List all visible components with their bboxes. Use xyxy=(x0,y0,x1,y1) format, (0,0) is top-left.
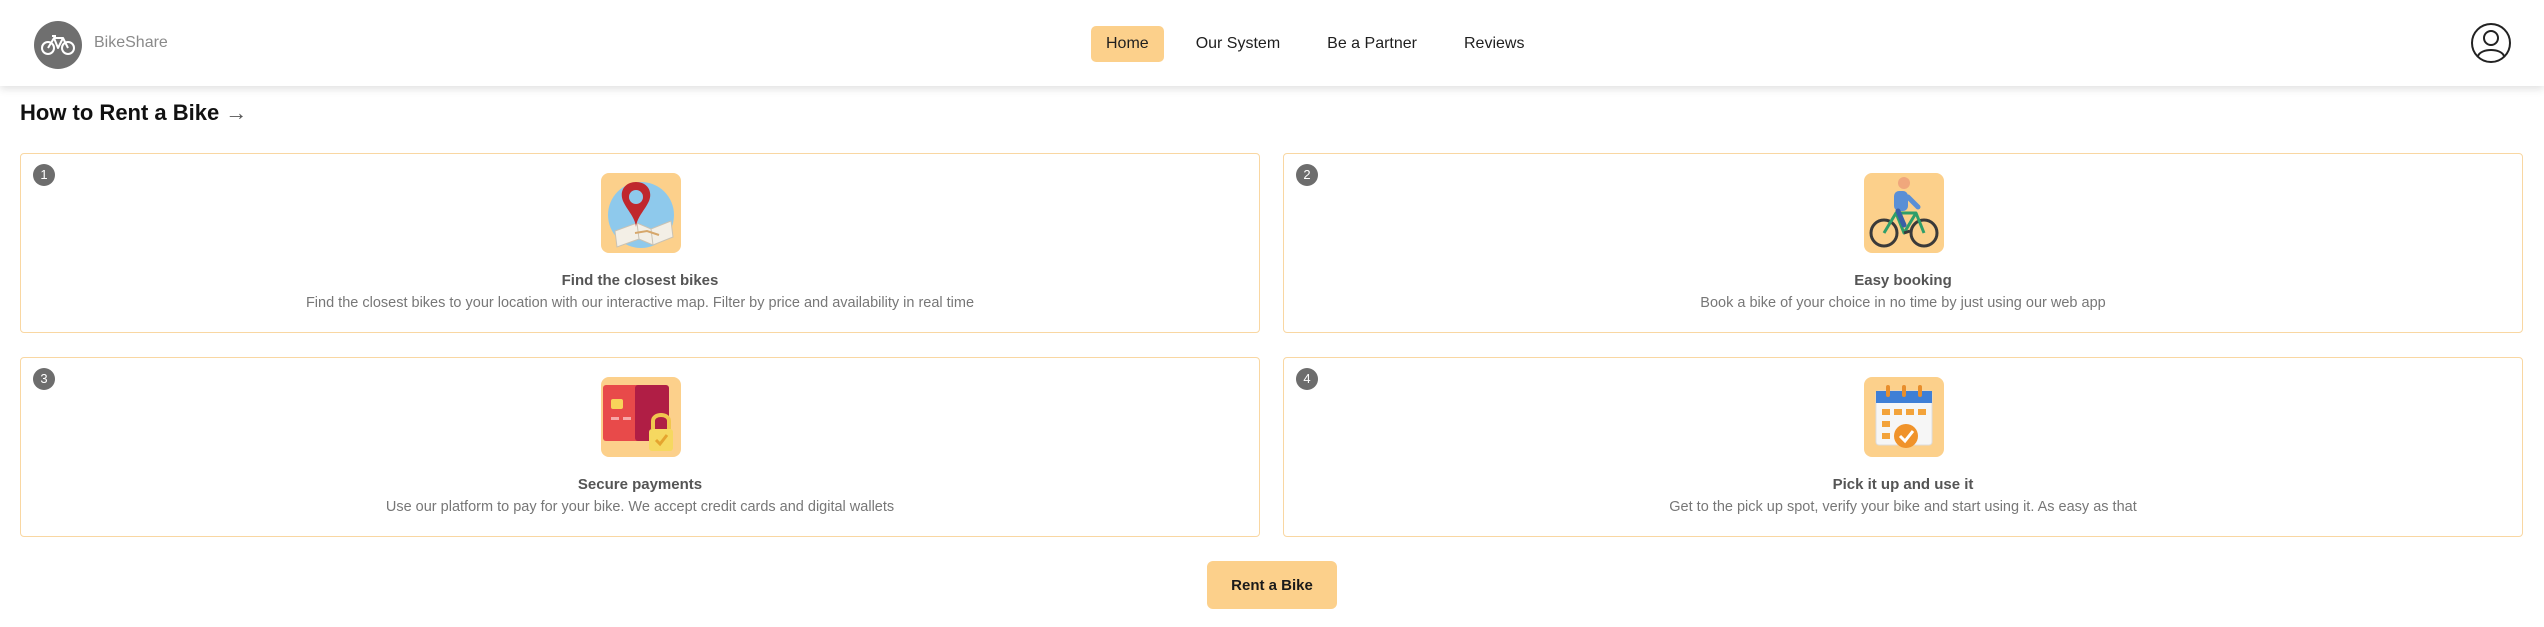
step-number-badge: 4 xyxy=(1296,368,1318,390)
step-description: Use our platform to pay for your bike. W… xyxy=(385,499,895,515)
bike-logo-icon[interactable] xyxy=(34,21,82,69)
step-card-2: 2 Easy booking Book a bike of your choic… xyxy=(1283,153,2523,333)
credit-card-lock-icon xyxy=(601,377,681,457)
step-title: Secure payments xyxy=(577,476,703,493)
nav-be-a-partner[interactable]: Be a Partner xyxy=(1312,26,1432,62)
step-card-3: 3 Secure payments Use our platform to pa… xyxy=(20,357,1260,537)
step-title: Pick it up and use it xyxy=(1832,476,1974,493)
cyclist-icon xyxy=(1864,173,1944,253)
nav-home[interactable]: Home xyxy=(1091,26,1164,62)
step-number-badge: 3 xyxy=(33,368,55,390)
nav-reviews[interactable]: Reviews xyxy=(1449,26,1539,62)
section-title: How to Rent a Bike → xyxy=(20,100,247,126)
step-description: Book a bike of your choice in no time by… xyxy=(1700,295,2106,311)
arrow-right-icon: → xyxy=(225,100,248,125)
step-card-4: 4 Pick it up and use it Get to the pick … xyxy=(1283,357,2523,537)
section-title-text: How to Rent a Bike xyxy=(20,100,220,125)
nav-our-system[interactable]: Our System xyxy=(1181,26,1295,62)
rent-a-bike-button[interactable]: Rent a Bike xyxy=(1207,561,1337,609)
step-description: Get to the pick up spot, verify your bik… xyxy=(1669,499,2137,515)
brand-name[interactable]: BikeShare xyxy=(94,34,168,52)
map-pin-icon xyxy=(601,173,681,253)
user-profile-icon[interactable] xyxy=(2470,22,2512,64)
step-number-badge: 1 xyxy=(33,164,55,186)
step-card-1: 1 Find the closest bikes Find the closes… xyxy=(20,153,1260,333)
main-nav: Home Our System Be a Partner Reviews xyxy=(1091,26,1556,62)
calendar-check-icon xyxy=(1864,377,1944,457)
step-description: Find the closest bikes to your location … xyxy=(305,295,975,311)
step-title: Find the closest bikes xyxy=(561,272,719,289)
step-number-badge: 2 xyxy=(1296,164,1318,186)
step-title: Easy booking xyxy=(1854,272,1952,289)
top-navbar: BikeShare Home Our System Be a Partner R… xyxy=(0,0,2544,86)
